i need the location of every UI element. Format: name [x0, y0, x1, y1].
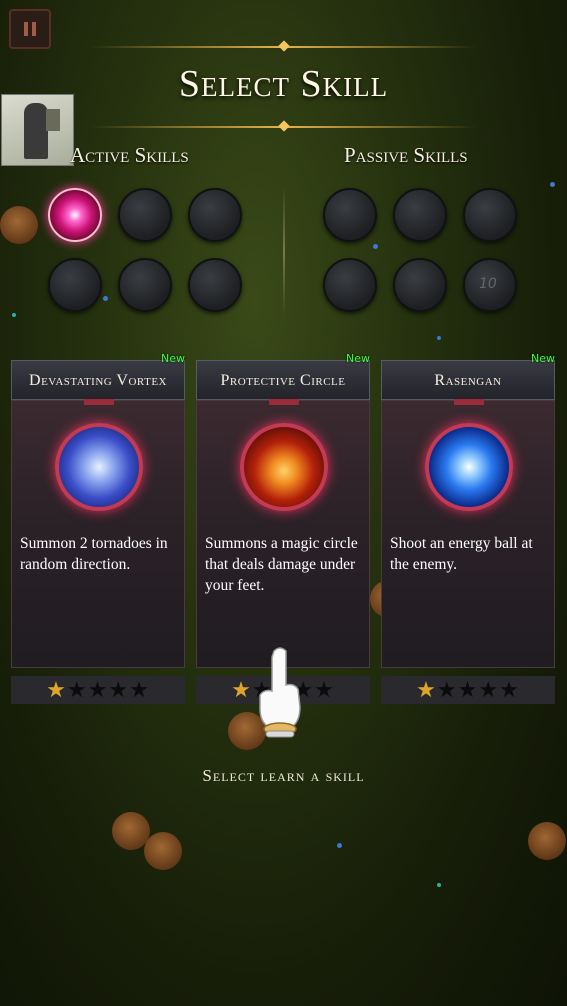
active-skill-slot: [188, 258, 242, 312]
star-empty-icon: ★: [457, 677, 479, 703]
card-header: Rasengan: [381, 360, 555, 400]
passive-skill-slot: [393, 258, 447, 312]
star-empty-icon: ★: [478, 677, 500, 703]
background-monster: [0, 206, 38, 244]
skill-description: Summons a magic circle that deals damage…: [205, 535, 358, 594]
skill-description: Shoot an energy ball at the enemy.: [390, 535, 533, 573]
active-skill-slot-filled: [48, 188, 102, 242]
background-sparkle: [437, 336, 441, 340]
star-empty-icon: ★: [66, 677, 88, 703]
skill-name: Rasengan: [434, 371, 502, 389]
background-sparkle: [103, 296, 108, 301]
title-ornament-bottom: [90, 120, 477, 132]
magic-circle-icon: [240, 423, 328, 511]
star-rating: ★★★★★: [11, 676, 185, 704]
active-skill-slot: [48, 258, 102, 312]
star-empty-icon: ★: [314, 677, 335, 703]
star-filled-icon: ★: [416, 677, 437, 703]
background-monster: [528, 822, 566, 860]
star-rating: ★★★★★: [381, 676, 555, 704]
passive-skill-slot: [323, 258, 377, 312]
background-sparkle: [373, 244, 378, 249]
title-ornament-top: [90, 40, 477, 52]
new-badge: New: [531, 352, 555, 365]
slot-number: 10: [479, 276, 497, 292]
tutorial-hand-icon: [259, 647, 301, 738]
new-badge: New: [161, 352, 185, 365]
pause-icon: [32, 22, 36, 36]
card-body: Summon 2 tornadoes in random direction.: [11, 399, 185, 668]
active-skill-slot: [118, 188, 172, 242]
new-badge: New: [346, 352, 370, 365]
active-skills-label: Active Skills: [70, 143, 189, 167]
skill-description: Summon 2 tornadoes in random direction.: [20, 535, 168, 573]
skill-name: Protective Circle: [220, 371, 346, 389]
hero-portrait: [1, 94, 74, 166]
pause-icon: [24, 22, 28, 36]
instruction-text: Select learn a skill: [202, 766, 365, 785]
active-skill-slot: [118, 258, 172, 312]
passive-skill-slot: 10: [463, 258, 517, 312]
star-empty-icon: ★: [108, 677, 130, 703]
card-header: Devastating Vortex: [11, 360, 185, 400]
passive-skills-label: Passive Skills: [344, 143, 468, 167]
passive-skill-slot: [323, 188, 377, 242]
background-sparkle: [12, 313, 16, 317]
background-sparkle: [550, 182, 555, 187]
energy-ball-icon: [425, 423, 513, 511]
page-title: Select Skill: [178, 63, 389, 105]
card-body: Summons a magic circle that deals damage…: [196, 399, 370, 668]
star-empty-icon: ★: [129, 677, 150, 703]
card-body: Shoot an energy ball at the enemy.: [381, 399, 555, 668]
star-empty-icon: ★: [436, 677, 458, 703]
pause-button[interactable]: [9, 9, 51, 49]
star-filled-icon: ★: [46, 677, 67, 703]
skill-card-rasengan[interactable]: Rasengan New Shoot an energy ball at the…: [381, 352, 555, 704]
star-empty-icon: ★: [499, 677, 520, 703]
active-skill-slot: [188, 188, 242, 242]
star-empty-icon: ★: [87, 677, 109, 703]
passive-skill-slot: [463, 188, 517, 242]
background-sparkle: [437, 883, 441, 887]
skills-divider: [283, 186, 285, 316]
vortex-icon: [55, 423, 143, 511]
passive-skill-slot: [393, 188, 447, 242]
skill-card-devastating-vortex[interactable]: Devastating Vortex New Summon 2 tornadoe…: [11, 352, 185, 704]
star-filled-icon: ★: [231, 677, 252, 703]
background-monster: [144, 832, 182, 870]
background-sparkle: [337, 843, 342, 848]
card-header: Protective Circle: [196, 360, 370, 400]
skill-name: Devastating Vortex: [29, 371, 167, 389]
